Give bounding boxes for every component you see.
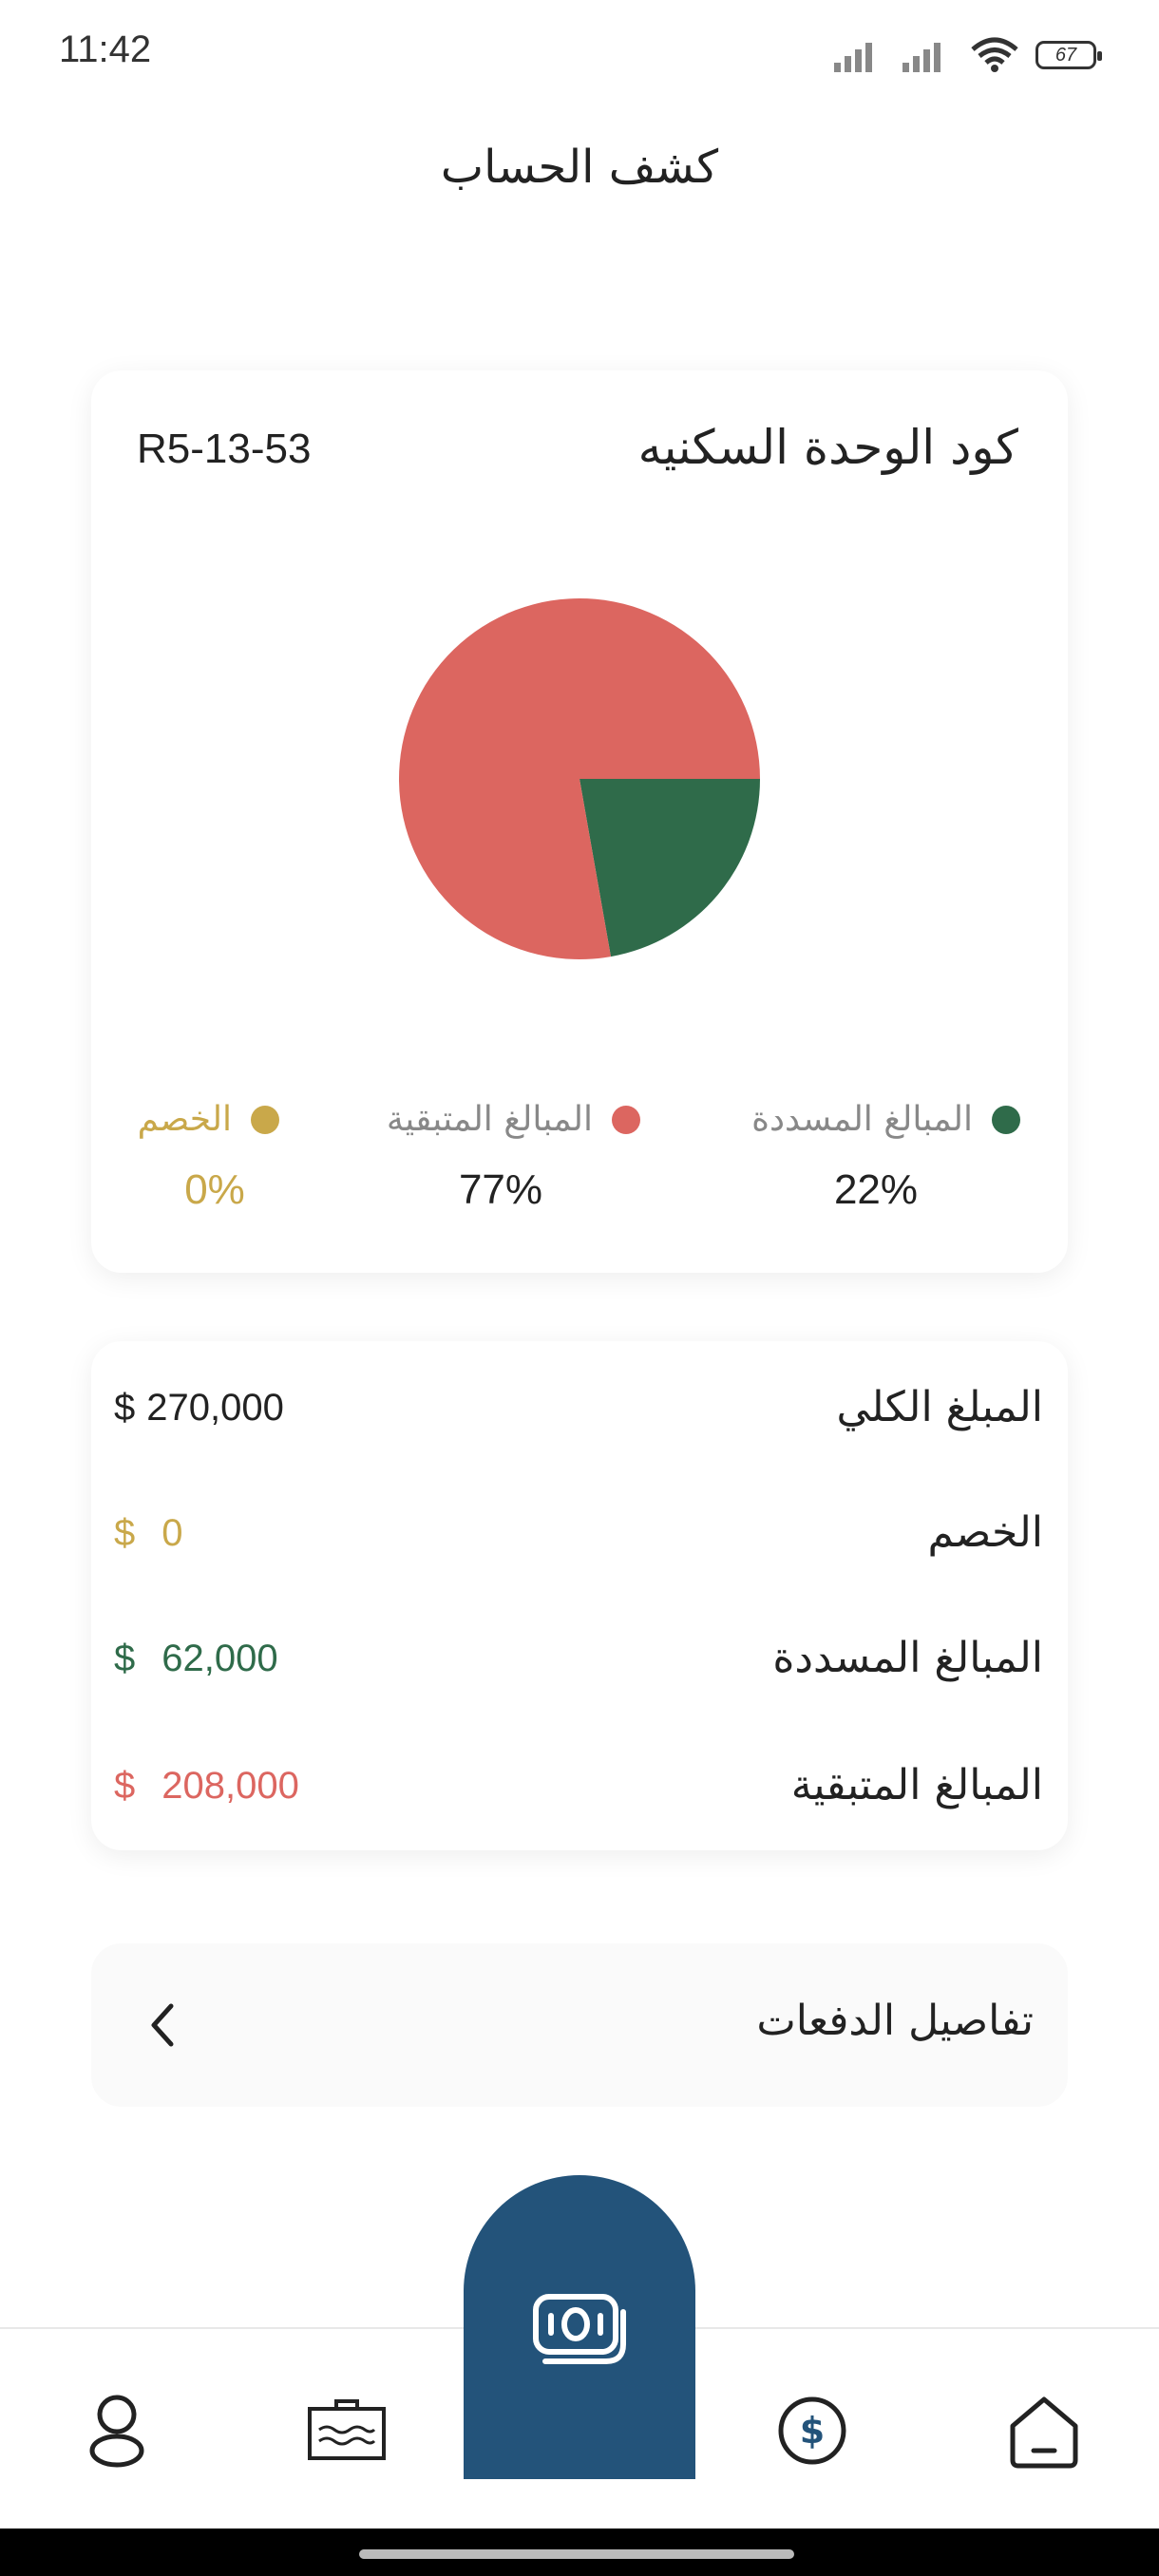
total-amount-number: 270,000 xyxy=(146,1387,284,1429)
remaining-amount-value: $208,000 xyxy=(114,1765,299,1808)
status-time: 11:42 xyxy=(59,28,152,70)
percent-remaining: 77% xyxy=(458,1166,543,1213)
battery-level: 67 xyxy=(1054,44,1077,66)
currency-symbol: $ xyxy=(114,1638,136,1679)
chevron-left-icon xyxy=(151,2003,174,2047)
money-icon xyxy=(533,2294,626,2364)
remaining-amount-number: 208,000 xyxy=(162,1765,299,1807)
dollar-icon[interactable]: $ xyxy=(770,2388,855,2473)
payment-pie-chart xyxy=(399,598,760,959)
currency-symbol: $ xyxy=(114,1512,136,1554)
discount-label: الخصم xyxy=(927,1508,1043,1557)
unit-code-label: كود الوحدة السكنيه xyxy=(637,420,1018,475)
paid-amount-number: 62,000 xyxy=(162,1638,278,1679)
currency-symbol: $ xyxy=(114,1765,136,1807)
id-card-icon[interactable] xyxy=(304,2388,390,2473)
percent-discount: 0% xyxy=(184,1166,245,1213)
legend-paid-label: المبالغ المسددة xyxy=(751,1100,973,1139)
signal-icon xyxy=(834,43,872,72)
discount-value: $0 xyxy=(114,1512,183,1555)
legend-remaining-dot xyxy=(612,1105,640,1134)
money-tab-button[interactable] xyxy=(464,2175,695,2479)
currency-symbol: $ xyxy=(114,1387,136,1429)
remaining-amount-label: المبالغ المتبقية xyxy=(790,1761,1043,1809)
home-gesture-handle[interactable] xyxy=(359,2549,794,2559)
legend-paid: المبالغ المسددة xyxy=(751,1100,1020,1139)
discount-number: 0 xyxy=(162,1512,183,1554)
paid-amount-label: المبالغ المسددة xyxy=(772,1634,1043,1682)
total-amount-value: $270,000 xyxy=(114,1387,284,1430)
unit-summary-card: كود الوحدة السكنيه R5-13-53 المبالغ المس… xyxy=(91,370,1068,1273)
legend-discount-dot xyxy=(251,1105,279,1134)
legend-discount-label: الخصم xyxy=(137,1100,232,1139)
battery-icon: 67 xyxy=(1036,41,1102,69)
pie-slice xyxy=(580,779,760,957)
svg-text:$: $ xyxy=(800,2410,825,2452)
page-title: كشف الحساب xyxy=(440,141,719,194)
payment-details-button[interactable]: تفاصيل الدفعات xyxy=(91,1943,1068,2107)
total-amount-label: المبلغ الكلي xyxy=(836,1383,1044,1431)
payment-details-label: تفاصيل الدفعات xyxy=(756,1997,1034,2045)
home-icon[interactable] xyxy=(1001,2388,1087,2473)
legend-remaining-label: المبالغ المتبقية xyxy=(386,1100,593,1139)
totals-card: المبلغ الكلي $270,000 الخصم $0 المبالغ ا… xyxy=(91,1341,1068,1850)
percent-paid: 22% xyxy=(833,1166,919,1213)
unit-code-value: R5-13-53 xyxy=(137,426,312,472)
legend-remaining: المبالغ المتبقية xyxy=(387,1100,640,1139)
status-icons: 67 xyxy=(832,34,1102,76)
profile-icon[interactable] xyxy=(74,2388,160,2473)
signal-icon xyxy=(902,43,940,72)
paid-amount-value: $62,000 xyxy=(114,1638,278,1680)
legend-paid-dot xyxy=(992,1105,1020,1134)
wifi-icon xyxy=(971,37,1018,72)
legend-discount: الخصم xyxy=(138,1100,279,1139)
